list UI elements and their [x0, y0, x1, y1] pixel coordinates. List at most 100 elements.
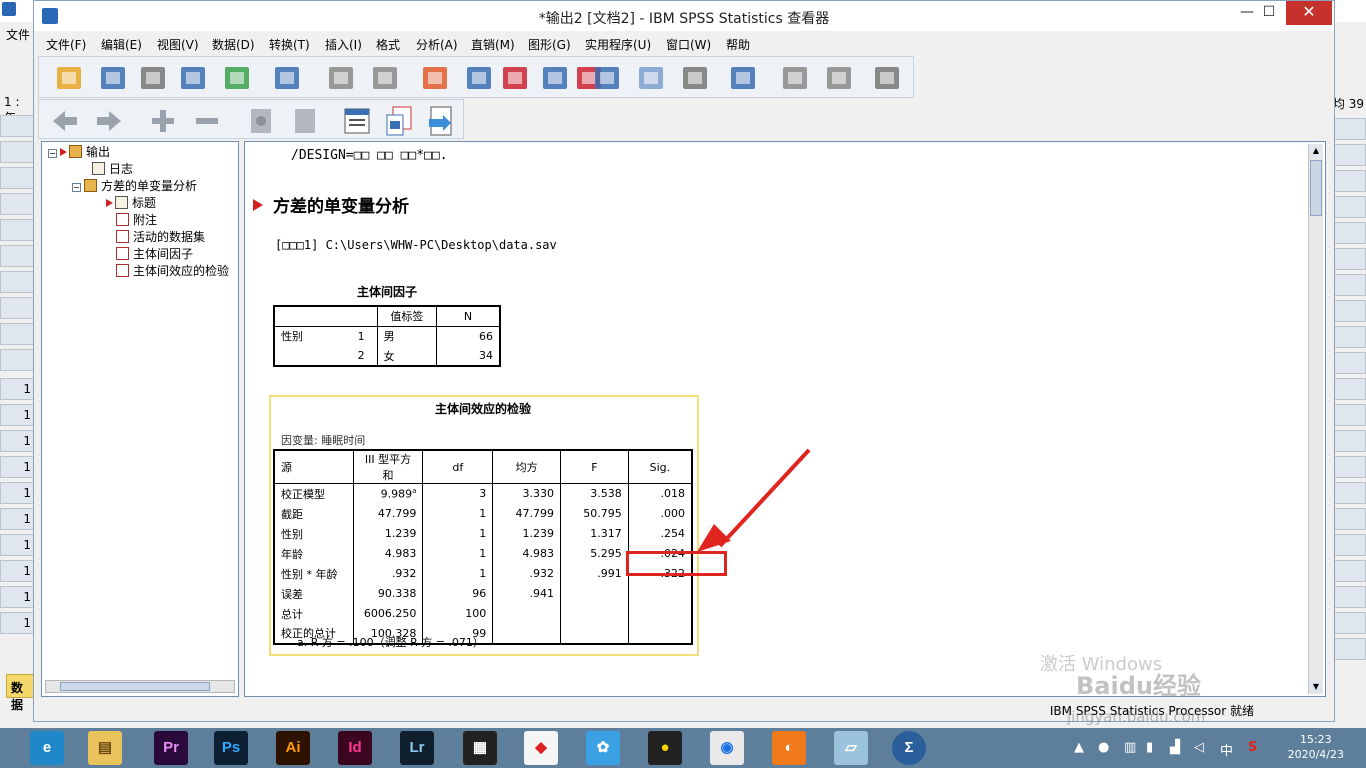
close-button[interactable]: ✕: [1286, 1, 1332, 25]
row-header[interactable]: 1: [0, 378, 34, 400]
tree-node-log[interactable]: 日志: [92, 161, 133, 177]
value-labels-icon[interactable]: [679, 62, 711, 94]
menu-item[interactable]: 编辑(E): [101, 36, 142, 53]
row-header-blank[interactable]: [0, 245, 34, 267]
redo-icon[interactable]: [369, 62, 401, 94]
qq-taskbar-icon[interactable]: ●: [648, 731, 682, 765]
row-header[interactable]: 1: [0, 612, 34, 634]
row-header[interactable]: 1: [0, 508, 34, 530]
show-icon[interactable]: [245, 105, 277, 137]
script-icon[interactable]: [823, 62, 855, 94]
volume-icon[interactable]: ◁: [1194, 740, 1204, 755]
menu-item[interactable]: 帮助: [726, 36, 750, 53]
data-cell[interactable]: [1332, 222, 1366, 244]
data-cell[interactable]: [1332, 612, 1366, 634]
background-tab[interactable]: 数据: [6, 674, 34, 712]
data-cell[interactable]: [1332, 430, 1366, 452]
insert-title-icon[interactable]: [383, 105, 415, 137]
print-icon[interactable]: [137, 62, 169, 94]
print-preview-icon[interactable]: [177, 62, 209, 94]
data-cell[interactable]: [1332, 144, 1366, 166]
promote-arrow-left-icon[interactable]: [49, 105, 81, 137]
video-taskbar-icon[interactable]: ▦: [463, 731, 497, 765]
sogou-ime-icon[interactable]: S: [1248, 740, 1257, 755]
data-cell[interactable]: [1332, 482, 1366, 504]
row-header[interactable]: 1: [0, 404, 34, 426]
row-header[interactable]: 1: [0, 586, 34, 608]
scroll-down-icon[interactable]: ▼: [1310, 681, 1322, 693]
collapse-icon[interactable]: −: [48, 149, 57, 158]
background-menu-file[interactable]: 文件: [0, 22, 34, 44]
data-cell[interactable]: [1332, 196, 1366, 218]
app-orange-taskbar-icon[interactable]: ◐: [772, 731, 806, 765]
expand-plus-icon[interactable]: [147, 105, 179, 137]
scroll-up-icon[interactable]: ▲: [1310, 145, 1322, 157]
split-file-icon[interactable]: [591, 62, 623, 94]
data-cell[interactable]: [1332, 378, 1366, 400]
show-all-icon[interactable]: [779, 62, 811, 94]
scroll-thumb[interactable]: [60, 682, 210, 691]
tool-taskbar-icon[interactable]: ◆: [524, 731, 558, 765]
undo-icon[interactable]: [325, 62, 357, 94]
data-cell[interactable]: [1332, 300, 1366, 322]
explorer-taskbar-icon[interactable]: ▤: [88, 731, 122, 765]
tree-node-notes[interactable]: 附注: [116, 212, 157, 228]
menu-item[interactable]: 插入(I): [325, 36, 362, 53]
scroll-thumb[interactable]: [1310, 160, 1322, 216]
row-header[interactable]: 1: [0, 534, 34, 556]
menu-item[interactable]: 实用程序(U): [585, 36, 651, 53]
row-header[interactable]: 1: [0, 430, 34, 452]
between-subjects-factors-table[interactable]: 值标签 N 性别 1 男 66 2 女 34: [273, 305, 501, 367]
data-cell[interactable]: [1332, 456, 1366, 478]
data-cell[interactable]: [1332, 404, 1366, 426]
insert-variable-icon[interactable]: [499, 62, 531, 94]
indesign-taskbar-icon[interactable]: Id: [338, 731, 372, 765]
data-cell[interactable]: [1332, 326, 1366, 348]
row-header[interactable]: 1: [0, 482, 34, 504]
row-header-blank[interactable]: [0, 193, 34, 215]
data-cell[interactable]: [1332, 352, 1366, 374]
tree-node-table[interactable]: 主体间因子: [116, 246, 193, 262]
chrome-taskbar-icon[interactable]: ◉: [710, 731, 744, 765]
premiere-taskbar-icon[interactable]: Pr: [154, 731, 188, 765]
data-cell[interactable]: [1332, 560, 1366, 582]
ime-indicator[interactable]: 中: [1220, 740, 1233, 759]
save-icon[interactable]: [97, 62, 129, 94]
tree-node-dataset[interactable]: 活动的数据集: [116, 229, 205, 245]
goto-output-icon[interactable]: [419, 62, 451, 94]
show-hidden-icons[interactable]: ▲: [1074, 740, 1084, 755]
maximize-button[interactable]: ☐: [1252, 1, 1286, 25]
row-header-blank[interactable]: [0, 115, 34, 137]
data-cell[interactable]: [1332, 118, 1366, 140]
collapse-icon[interactable]: −: [72, 183, 81, 192]
designate-window-icon[interactable]: [871, 62, 903, 94]
menu-item[interactable]: 格式: [376, 36, 400, 53]
menu-item[interactable]: 视图(V): [157, 36, 199, 53]
variables-icon[interactable]: [539, 62, 571, 94]
insert-heading-icon[interactable]: [341, 105, 373, 137]
signal-tray-icon[interactable]: ▟: [1170, 740, 1180, 755]
menu-item[interactable]: 文件(F): [46, 36, 86, 53]
collapse-minus-icon[interactable]: [191, 105, 223, 137]
goto-data-icon[interactable]: [271, 62, 303, 94]
tree-node-output[interactable]: − 输出: [48, 144, 110, 160]
row-header[interactable]: 1: [0, 456, 34, 478]
open-icon[interactable]: [53, 62, 85, 94]
weight-icon[interactable]: [635, 62, 667, 94]
tree-node-table[interactable]: 主体间效应的检验: [116, 263, 229, 279]
row-header-blank[interactable]: [0, 323, 34, 345]
data-cell[interactable]: [1332, 170, 1366, 192]
row-header-blank[interactable]: [0, 167, 34, 189]
keyboard-tray-icon[interactable]: ▮: [1146, 740, 1153, 755]
demote-arrow-right-icon[interactable]: [93, 105, 125, 137]
photoshop-taskbar-icon[interactable]: Ps: [214, 731, 248, 765]
export-icon[interactable]: [221, 62, 253, 94]
goto-case-icon[interactable]: [463, 62, 495, 94]
clock[interactable]: 15:23 2020/4/23: [1288, 732, 1344, 762]
use-sets-icon[interactable]: [727, 62, 759, 94]
notes-taskbar-icon[interactable]: ▱: [834, 731, 868, 765]
data-cell[interactable]: [1332, 508, 1366, 530]
menu-item[interactable]: 转换(T): [269, 36, 310, 53]
content-vertical-scrollbar[interactable]: ▲ ▼: [1308, 144, 1323, 694]
data-cell[interactable]: [1332, 586, 1366, 608]
